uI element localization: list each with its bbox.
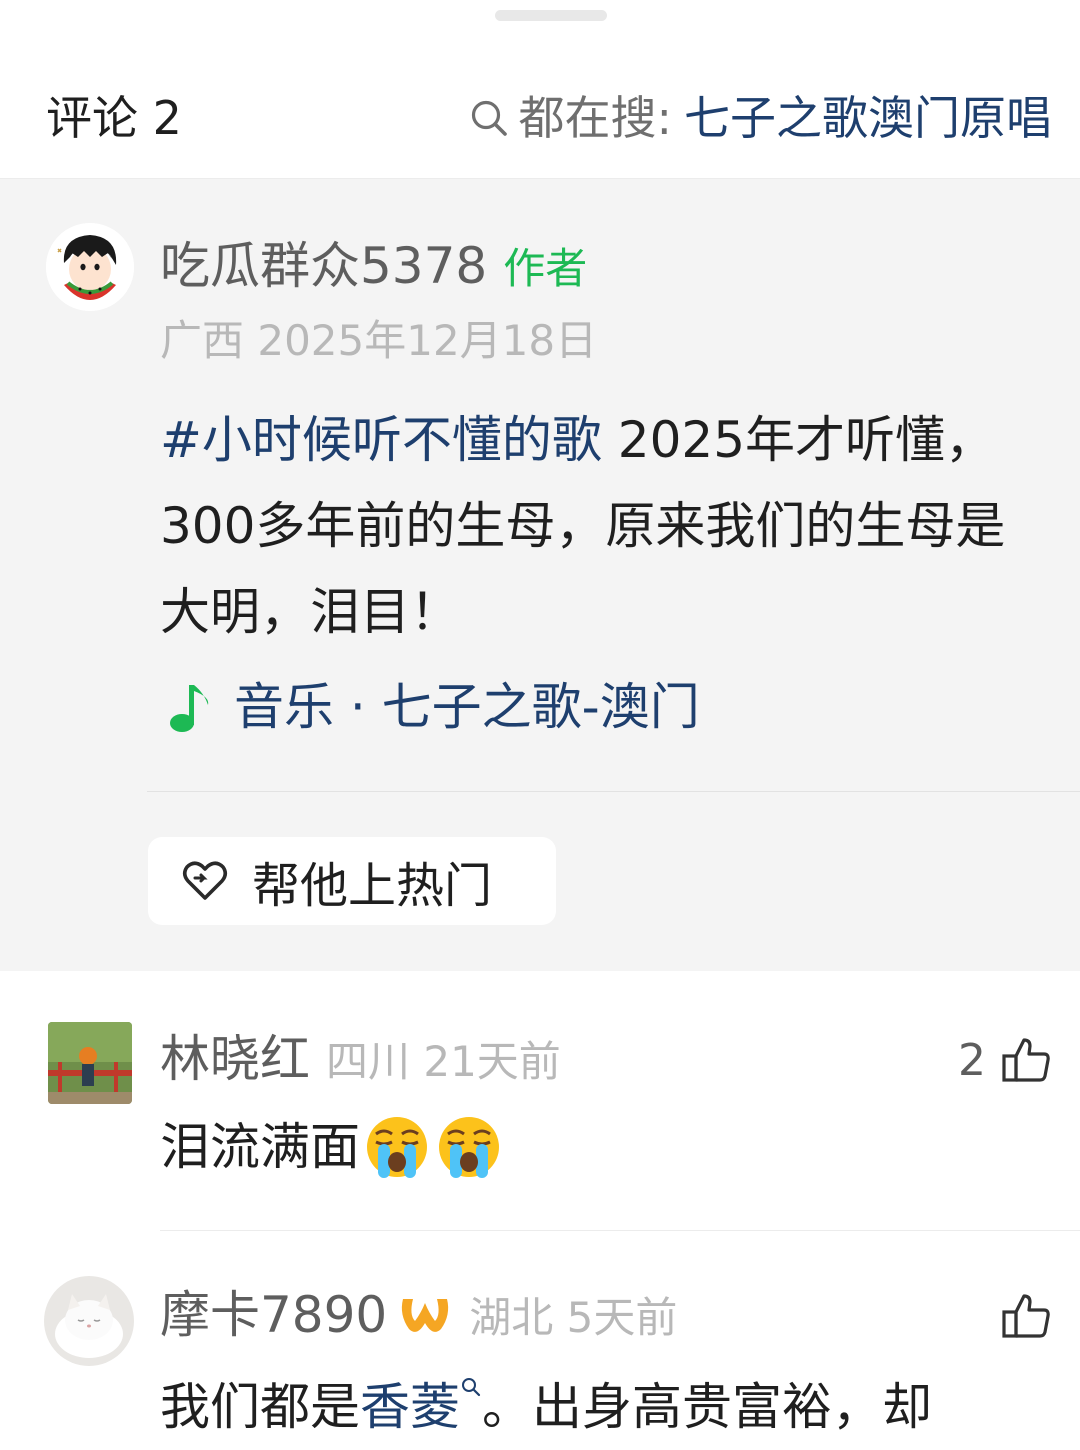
vip-badge-icon — [402, 1299, 449, 1332]
commenter-name[interactable]: 摩卡7890 — [160, 1284, 387, 1346]
author-comment-text: #小时候听不懂的歌 2025年才听懂，300多年前的生母，原来我们的生母是大明，… — [160, 397, 1040, 655]
author-comment-meta: 广西 2025年12月18日 — [160, 316, 598, 365]
search-keyword-link[interactable]: 香菱 — [360, 1372, 460, 1442]
comment-item: 林晓红 四川 21天前 2 泪流满面 — [0, 1020, 1080, 1230]
heart-share-icon — [182, 861, 228, 900]
comment-body-suffix: 。出身高贵富裕，却 — [482, 1378, 932, 1436]
sheet-drag-handle[interactable] — [495, 10, 607, 21]
comment-text: 泪流满面 — [160, 1112, 504, 1182]
loudly-crying-face-icon — [367, 1117, 427, 1178]
comments-header: 评论 2 都在搜: 七子之歌澳门原唱 — [0, 60, 1080, 179]
comment-body-prefix: 我们都是 — [160, 1378, 360, 1436]
comment-header: 摩卡7890 湖北 5天前 — [160, 1284, 677, 1346]
thumbs-up-icon — [1002, 1294, 1050, 1338]
author-avatar[interactable] — [46, 223, 134, 311]
hashtag-link[interactable]: #小时候听不懂的歌 — [160, 411, 602, 469]
thumbs-up-icon — [1002, 1038, 1050, 1082]
like-button[interactable]: 2 — [958, 1034, 1052, 1086]
hot-search-bar[interactable]: 都在搜: 七子之歌澳门原唱 — [469, 88, 1052, 148]
comment-body: 泪流满面 — [160, 1118, 360, 1176]
boost-button[interactable]: 帮他上热门 — [148, 837, 556, 925]
boost-label: 帮他上热门 — [252, 858, 493, 914]
comment-meta: 四川 21天前 — [326, 1037, 561, 1086]
music-link[interactable]: 音乐 · 七子之歌-澳门 — [164, 675, 700, 739]
like-count: 2 — [958, 1034, 986, 1086]
comment-count-title: 评论 2 — [46, 91, 182, 145]
author-comment: 吃瓜群众5378 作者 广西 2025年12月18日 #小时候听不懂的歌 202… — [0, 179, 1080, 971]
comment-item: 摩卡7890 湖北 5天前 我们都是 香菱 。出身高贵富裕，却 — [0, 1276, 1080, 1450]
comment-text: 我们都是 香菱 。出身高贵富裕，却 — [160, 1372, 932, 1442]
hot-search-query[interactable]: 七子之歌澳门原唱 — [684, 88, 1052, 148]
divider — [147, 791, 1080, 792]
music-note-icon — [170, 685, 209, 732]
search-icon — [462, 1378, 481, 1397]
author-name[interactable]: 吃瓜群众5378 — [160, 235, 487, 297]
commenter-name[interactable]: 林晓红 — [160, 1028, 310, 1090]
music-label[interactable]: 音乐 · 七子之歌-澳门 — [234, 675, 700, 739]
author-badge: 作者 — [503, 244, 588, 293]
search-icon — [471, 100, 507, 136]
comment-meta: 湖北 5天前 — [469, 1293, 678, 1342]
avatar[interactable] — [48, 1022, 132, 1104]
avatar[interactable] — [44, 1276, 134, 1366]
comment-header: 林晓红 四川 21天前 — [160, 1028, 561, 1090]
author-name-row: 吃瓜群众5378 作者 — [160, 235, 587, 297]
loudly-crying-face-icon — [439, 1117, 499, 1178]
like-button[interactable] — [1000, 1290, 1052, 1342]
hot-search-label: 都在搜: — [518, 91, 673, 145]
divider — [160, 1230, 1080, 1231]
